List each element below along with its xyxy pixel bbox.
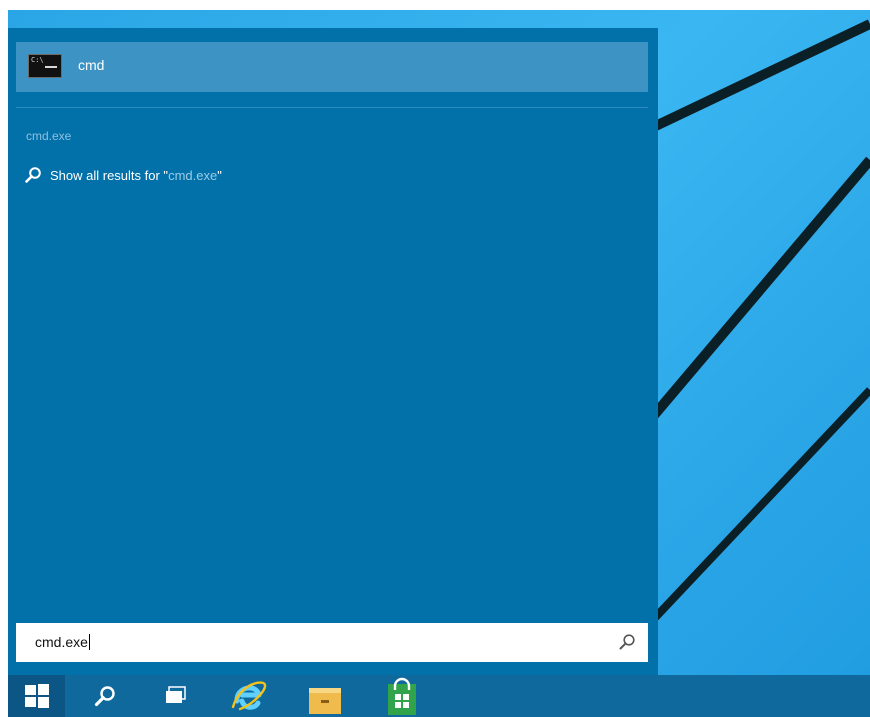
search-results-panel: C:\ cmd cmd.exe Show all results for "cm… [8,28,658,675]
search-button[interactable] [82,675,128,717]
start-button[interactable] [8,675,65,717]
search-input[interactable]: cmd.exe [16,623,648,662]
search-input-value: cmd.exe [35,634,88,650]
show-all-results-text: Show all results for "cmd.exe" [50,168,222,183]
search-icon [25,167,41,183]
internet-explorer-button[interactable] [226,675,272,717]
show-all-query: cmd.exe [168,167,218,183]
taskbar [8,675,870,717]
results-divider [16,107,648,108]
internet-explorer-icon [231,681,267,711]
top-result-cmd[interactable]: C:\ cmd [16,42,648,92]
top-result-label: cmd [78,57,105,73]
command-prompt-icon-glyph: C:\ [31,56,44,64]
task-view-icon [166,686,186,703]
command-prompt-icon: C:\ [28,54,62,78]
task-view-button[interactable] [153,675,199,717]
search-icon[interactable] [618,633,636,651]
file-explorer-button[interactable] [302,675,348,717]
store-button[interactable] [378,675,424,717]
folder-icon [309,688,341,714]
section-label: cmd.exe [26,129,72,143]
windows-logo-icon [24,684,49,708]
show-all-suffix: " [217,167,222,183]
show-all-results-link[interactable]: Show all results for "cmd.exe" [24,164,222,186]
search-icon [94,686,115,707]
screen: C:\ cmd cmd.exe Show all results for "cm… [0,0,870,717]
command-prompt-icon-cursor [45,66,57,68]
store-icon [388,677,416,715]
show-all-prefix: Show all results for " [50,167,169,183]
